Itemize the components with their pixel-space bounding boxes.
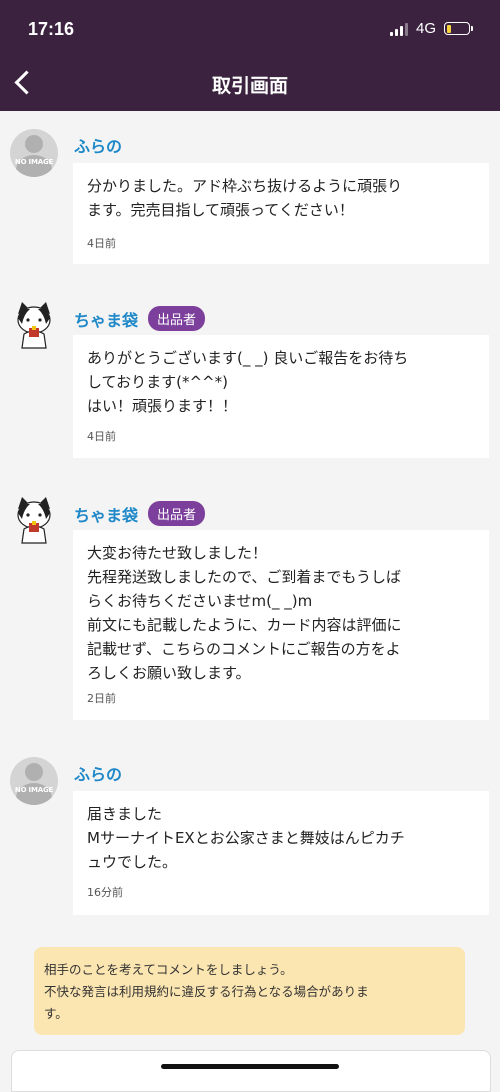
status-time: 17:16: [28, 19, 75, 39]
message-bubble: 大変お待たせ致しました！ 先程発送致しましたので、ご到着までもうしば らくお待ち…: [73, 530, 489, 720]
cat-avatar-icon: [17, 497, 51, 544]
user-name-text: ちゃま袋: [74, 505, 139, 525]
message-text: 分かりました。アド枠ぶち抜けるように頑張り ます。完売目指して頑張ってください！: [87, 177, 403, 219]
message-text: 大変お待たせ致しました！ 先程発送致しましたので、ご到着までもうしば らくお待ち…: [87, 544, 402, 682]
battery-icon: [444, 22, 473, 35]
avatar[interactable]: NO IMAGE: [10, 757, 58, 805]
comment-input-area[interactable]: [11, 1050, 491, 1092]
user-name-text: ふらの: [74, 765, 123, 784]
seller-badge: 出品者: [148, 501, 206, 526]
avatar-placeholder-text: NO IMAGE: [14, 158, 54, 166]
battery-level: [446, 24, 451, 33]
message-bubble: 届きました MサーナイトEXとお公家さまと舞妓はんピカチ ュウでした。 16分前: [73, 791, 489, 915]
avatar[interactable]: [10, 495, 58, 544]
header: 17:16 4G 取引画面: [0, 0, 500, 111]
home-indicator: [161, 1064, 339, 1069]
comment-guideline-notice: 相手のことを考えてコメントをしましょう。 不快な発言は利用規約に違反する行為とな…: [34, 947, 465, 1035]
message-bubble: ありがとうございます(_ _) 良いご報告をお待ち しております(*^^*) は…: [73, 335, 489, 458]
message-time: 4日前: [87, 430, 116, 443]
avatar[interactable]: NO IMAGE: [10, 129, 58, 177]
user-name[interactable]: ちゃま袋 出品者: [74, 501, 206, 526]
user-name[interactable]: ちゃま袋 出品者: [74, 306, 206, 331]
notice-text: 相手のことを考えてコメントをしましょう。 不快な発言は利用規約に違反する行為とな…: [44, 962, 369, 1021]
status-indicators: 4G: [389, 20, 473, 37]
message-time: 16分前: [87, 886, 123, 899]
message-time: 4日前: [87, 237, 116, 250]
user-name[interactable]: ふらの: [74, 133, 122, 157]
network-type: 4G: [415, 20, 436, 37]
cat-avatar-icon: [17, 302, 51, 349]
user-name[interactable]: ふらの: [74, 761, 122, 785]
avatar-placeholder-text: NO IMAGE: [14, 786, 54, 794]
user-name-text: ちゃま袋: [74, 310, 139, 330]
page-title: 取引画面: [211, 75, 288, 97]
user-name-text: ふらの: [74, 137, 123, 156]
signal-icon: [389, 22, 408, 36]
message-text: ありがとうございます(_ _) 良いご報告をお待ち しております(*^^*) は…: [87, 349, 409, 415]
message-bubble: 分かりました。アド枠ぶち抜けるように頑張り ます。完売目指して頑張ってください！…: [73, 163, 489, 264]
message-text: 届きました MサーナイトEXとお公家さまと舞妓はんピカチ ュウでした。: [87, 805, 405, 871]
message-time: 2日前: [87, 692, 116, 705]
avatar[interactable]: [10, 300, 58, 349]
seller-badge: 出品者: [148, 306, 206, 331]
